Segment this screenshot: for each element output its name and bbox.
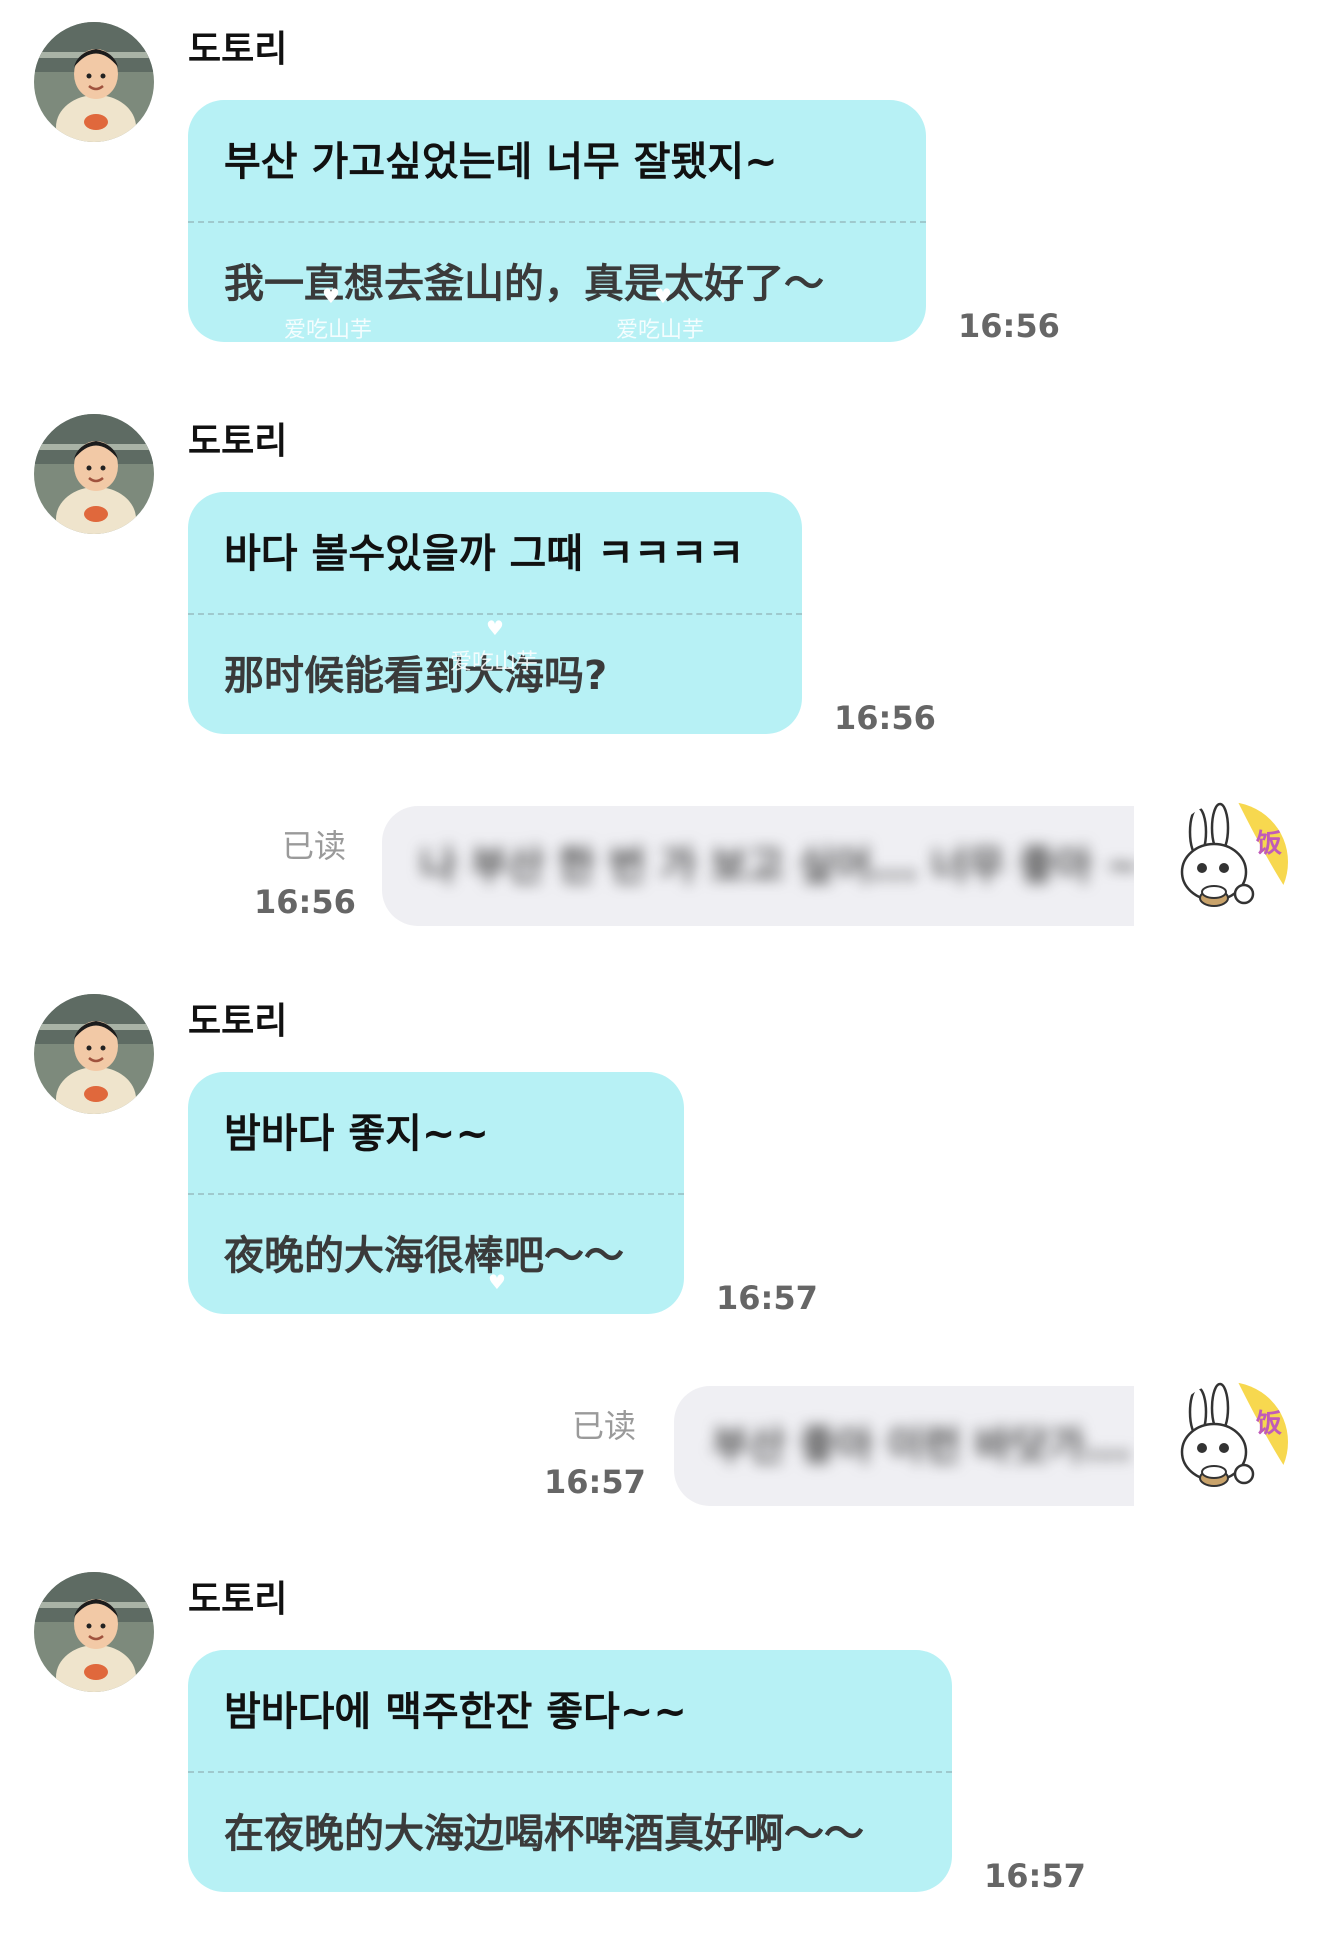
message-bubble[interactable]: 밤바다 좋지~~ 夜晚的大海很棒吧～～ ♥ — [188, 1072, 684, 1314]
watermark-heart-icon: ♥ — [322, 284, 340, 308]
sender-name: 도토리 — [188, 1001, 288, 1042]
message-text-korean: 부산 가고싶었는데 너무 잘됐지~ — [224, 139, 778, 185]
message-row: 已读 16:56 나 부산 한 번 가 보고 싶어... 너무 좋아 ~~ 饭 — [0, 790, 1320, 950]
message-text-chinese: 我一直想去釜山的，真是太好了～ — [224, 261, 824, 307]
message-time: 16:57 — [984, 1857, 1086, 1895]
read-receipt: 已读 — [282, 827, 347, 865]
sender-name: 도토리 — [188, 421, 288, 462]
watermark: 爱吃山芋 — [616, 318, 705, 343]
message-row: 도토리 밤바다 좋지~~ 夜晚的大海很棒吧～～ ♥ 16:57 — [0, 972, 1320, 1332]
message-text-blurred: 나 부산 한 번 가 보고 싶어... 너무 좋아 ~~ — [420, 843, 1134, 889]
message-text-blurred: 부산 좋아 이런 바닷가... — [712, 1423, 1131, 1469]
bubble-divider — [188, 1193, 684, 1195]
watermark-heart-icon: ♥ — [486, 616, 504, 640]
message-time: 16:57 — [716, 1279, 818, 1317]
message-text-chinese: 在夜晚的大海边喝杯啤酒真好啊～～ — [224, 1811, 864, 1857]
message-row: 도토리 부산 가고싶었는데 너무 잘됐지~ 我一直想去釜山的，真是太好了～ ♥ … — [0, 0, 1320, 360]
watermark-heart-icon: ♥ — [654, 284, 672, 308]
message-text-chinese: 那时候能看到大海吗? — [224, 653, 608, 699]
message-bubble[interactable]: 바다 볼수있을까 그때 ㅋㅋㅋㅋ 那时候能看到大海吗? ♥ 爱吃山芋 — [188, 492, 802, 734]
contact-avatar[interactable] — [34, 414, 154, 534]
message-time: 16:56 — [254, 883, 356, 921]
read-receipt: 已读 — [572, 1407, 637, 1445]
bubble-divider — [188, 613, 802, 615]
svg-text:饭: 饭 — [1256, 829, 1282, 859]
message-bubble[interactable]: 부산 가고싶었는데 너무 잘됐지~ 我一直想去釜山的，真是太好了～ ♥ ♥ 爱吃… — [188, 100, 926, 343]
message-row: 도토리 바다 볼수있을까 그때 ㅋㅋㅋㅋ 那时候能看到大海吗? ♥ 爱吃山芋 1… — [0, 392, 1320, 752]
bubble-divider — [188, 1771, 952, 1773]
watermark-heart-icon: ♥ — [488, 1270, 506, 1294]
message-time: 16:56 — [958, 307, 1060, 345]
message-text-korean: 밤바다에 맥주한잔 좋다~~ — [224, 1689, 687, 1735]
sender-name: 도토리 — [188, 1579, 288, 1620]
message-row: 已读 16:57 부산 좋아 이런 바닷가... 饭 — [0, 1370, 1320, 1530]
svg-text:饭: 饭 — [1256, 1409, 1282, 1439]
message-text-chinese: 夜晚的大海很棒吧～～ — [224, 1233, 624, 1279]
message-time: 16:56 — [834, 699, 936, 737]
message-bubble[interactable]: 밤바다에 맥주한잔 좋다~~ 在夜晚的大海边喝杯啤酒真好啊～～ — [188, 1650, 952, 1892]
watermark: 爱吃山芋 — [284, 318, 373, 343]
sender-name: 도토리 — [188, 29, 288, 70]
message-bubble[interactable]: 나 부산 한 번 가 보고 싶어... 너무 좋아 ~~ — [382, 806, 1134, 926]
message-row: 도토리 밤바다에 맥주한잔 좋다~~ 在夜晚的大海边喝杯啤酒真好啊～～ 16:5… — [0, 1550, 1320, 1930]
message-text-korean: 밤바다 좋지~~ — [224, 1111, 489, 1157]
message-text-korean: 바다 볼수있을까 그때 ㅋㅋㅋㅋ — [224, 531, 745, 577]
message-time: 16:57 — [544, 1463, 646, 1501]
contact-avatar[interactable] — [34, 1572, 154, 1692]
bubble-divider — [188, 221, 926, 223]
user-avatar[interactable]: 饭 — [1168, 1382, 1288, 1502]
contact-avatar[interactable] — [34, 22, 154, 142]
user-avatar[interactable]: 饭 — [1168, 802, 1288, 922]
message-bubble[interactable]: 부산 좋아 이런 바닷가... — [674, 1386, 1134, 1506]
contact-avatar[interactable] — [34, 994, 154, 1114]
